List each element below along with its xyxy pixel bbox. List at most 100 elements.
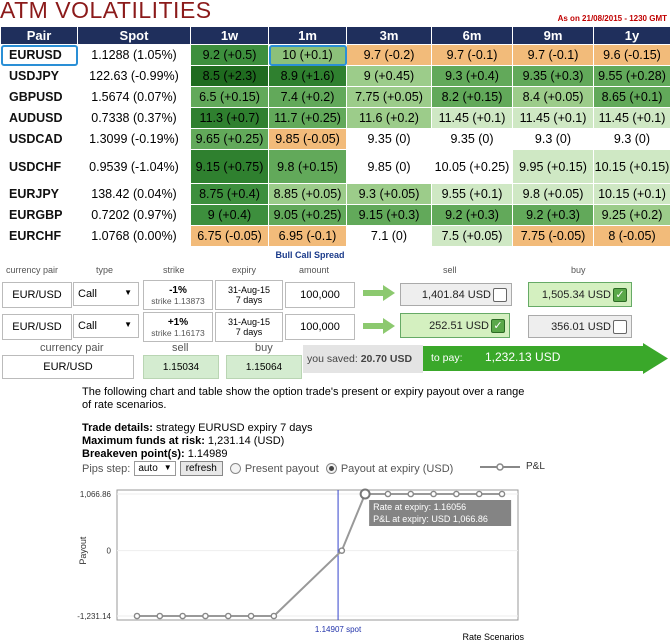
present-payout-radio[interactable]	[229, 463, 241, 474]
vol-cell[interactable]: 7.1 (0)	[346, 225, 432, 247]
vol-cell[interactable]: 6.95 (-0.1)	[268, 225, 347, 247]
leg1-strike[interactable]: -1% strike 1.13873	[143, 280, 213, 310]
vol-cell[interactable]: 9.2 (+0.3)	[512, 204, 594, 226]
check-icon[interactable]: ✓	[613, 287, 627, 302]
leg1-sell-price[interactable]: 1,401.84 USD	[400, 283, 512, 306]
vol-cell[interactable]: 9.25 (+0.2)	[593, 204, 670, 226]
table-row[interactable]: EURUSD 1.1288 (1.05%) 9.2 (+0.5) 10 (+0.1) 9…	[0, 44, 670, 66]
table-row[interactable]: AUDUSD 0.7338 (0.37%) 11.3 (+0.7) 11.7 (+0.…	[0, 107, 670, 129]
leg2-expiry[interactable]: 31-Aug-15 7 days	[215, 312, 283, 342]
vol-cell[interactable]: 9.35 (0)	[346, 128, 432, 150]
vol-cell[interactable]: 10.15 (+0.15)	[593, 149, 670, 184]
vol-cell[interactable]: 9.7 (-0.2)	[346, 44, 432, 66]
summary-pair-input[interactable]: EUR/USD	[2, 355, 134, 379]
vol-cell[interactable]: 8.5 (+2.3)	[190, 65, 269, 87]
leg1-type-select[interactable]: Call ▼	[73, 282, 139, 306]
pair-cell[interactable]: USDJPY	[0, 65, 78, 87]
payout-chart[interactable]: 1,066.86 0 -1,231.14 Payout 1.14907 spot Rate…	[0, 478, 670, 642]
vol-cell[interactable]: 9 (+0.4)	[190, 204, 269, 226]
vol-cell[interactable]: 6.5 (+0.15)	[190, 86, 269, 108]
leg1-amount-input[interactable]: 100,000	[285, 282, 355, 308]
vol-cell[interactable]: 9.35 (0)	[431, 128, 513, 150]
table-row[interactable]: USDJPY 122.63 (-0.99%) 8.5 (+2.3) 8.9 (+1.6…	[0, 65, 670, 87]
vol-cell[interactable]: 7.75 (+0.05)	[346, 86, 432, 108]
leg2-sell-price[interactable]: 252.51 USD ✓	[400, 313, 510, 338]
vol-cell[interactable]: 11.45 (+0.1)	[593, 107, 670, 129]
vol-cell[interactable]: 8.4 (+0.05)	[512, 86, 594, 108]
vol-cell[interactable]: 9.55 (+0.1)	[431, 183, 513, 205]
vol-cell[interactable]: 11.45 (+0.1)	[431, 107, 513, 129]
vol-cell[interactable]: 9.3 (+0.05)	[346, 183, 432, 205]
vol-cell[interactable]: 9.15 (+0.3)	[346, 204, 432, 226]
leg2-strike[interactable]: +1% strike 1.16173	[143, 312, 213, 342]
vol-cell[interactable]: 10.05 (+0.25)	[431, 149, 513, 184]
vol-cell[interactable]: 8.9 (+1.6)	[268, 65, 347, 87]
vol-cell[interactable]: 9.7 (-0.1)	[431, 44, 513, 66]
vol-cell[interactable]: 9.2 (+0.3)	[431, 204, 513, 226]
vol-cell[interactable]: 10.15 (+0.1)	[593, 183, 670, 205]
pair-cell[interactable]: EURGBP	[0, 204, 78, 226]
pair-cell[interactable]: EURCHF	[0, 225, 78, 247]
pair-cell[interactable]: USDCHF	[0, 149, 78, 184]
pair-cell[interactable]: USDCAD	[0, 128, 78, 150]
checkbox-icon[interactable]	[493, 287, 507, 302]
table-row[interactable]: EURCHF 1.0768 (0.00%) 6.75 (-0.05) 6.95 (-0…	[0, 225, 670, 247]
leg2-buy-price[interactable]: 356.01 USD	[528, 315, 632, 338]
vol-cell[interactable]: 6.75 (-0.05)	[190, 225, 269, 247]
vol-cell[interactable]: 9.8 (+0.15)	[268, 149, 347, 184]
vol-cell[interactable]: 9.05 (+0.25)	[268, 204, 347, 226]
vol-cell[interactable]: 8 (-0.05)	[593, 225, 670, 247]
to-pay-banner[interactable]: to pay: 1,232.13 USD	[423, 343, 668, 374]
vol-cell[interactable]: 9.7 (-0.1)	[512, 44, 594, 66]
leg1-expiry[interactable]: 31-Aug-15 7 days	[215, 280, 283, 310]
vol-cell[interactable]: 9.3 (0)	[593, 128, 670, 150]
vol-cell[interactable]: 9.55 (+0.28)	[593, 65, 670, 87]
vol-cell[interactable]: 9.35 (+0.3)	[512, 65, 594, 87]
vol-cell[interactable]: 7.5 (+0.05)	[431, 225, 513, 247]
vol-cell[interactable]: 9.85 (-0.05)	[268, 128, 347, 150]
vol-cell[interactable]: 11.7 (+0.25)	[268, 107, 347, 129]
vol-cell[interactable]: 9.65 (+0.25)	[190, 128, 269, 150]
vol-cell[interactable]: 9.95 (+0.15)	[512, 149, 594, 184]
table-row[interactable]: GBPUSD 1.5674 (0.07%) 6.5 (+0.15) 7.4 (+0.2…	[0, 86, 670, 108]
vol-cell[interactable]: 11.6 (+0.2)	[346, 107, 432, 129]
vol-cell[interactable]: 9.15 (+0.75)	[190, 149, 269, 184]
checkbox-icon[interactable]	[613, 319, 627, 334]
vol-cell[interactable]: 9.8 (+0.05)	[512, 183, 594, 205]
pair-cell[interactable]: EURUSD	[0, 44, 78, 66]
pair-cell[interactable]: GBPUSD	[0, 86, 78, 108]
vol-cell[interactable]: 8.85 (+0.05)	[268, 183, 347, 205]
refresh-button[interactable]: refresh	[179, 461, 223, 476]
leg2-type-select[interactable]: Call ▼	[73, 314, 139, 338]
chart-legend[interactable]: P&L	[480, 461, 545, 472]
table-row[interactable]: EURGBP 0.7202 (0.97%) 9 (+0.4) 9.05 (+0.25)…	[0, 204, 670, 226]
vol-cell[interactable]: 9.85 (0)	[346, 149, 432, 184]
pair-cell[interactable]: EURJPY	[0, 183, 78, 205]
vol-cell[interactable]: 9.3 (+0.4)	[431, 65, 513, 87]
table-row[interactable]: USDCAD 1.3099 (-0.19%) 9.65 (+0.25) 9.85 (-…	[0, 128, 670, 150]
leg2-amount-input[interactable]: 100,000	[285, 314, 355, 340]
vol-cell[interactable]: 9.2 (+0.5)	[190, 44, 269, 66]
vol-cell[interactable]: 9 (+0.45)	[346, 65, 432, 87]
leg1-pair-input[interactable]: EUR/USD	[2, 282, 72, 308]
table-row[interactable]: USDCHF 0.9539 (-1.04%) 9.15 (+0.75) 9.8 (+0…	[0, 149, 670, 184]
pips-step-select[interactable]: auto ▼	[134, 461, 176, 476]
leg2-pair-input[interactable]: EUR/USD	[2, 314, 72, 340]
vol-cell[interactable]: 8.75 (+0.4)	[190, 183, 269, 205]
leg1-buy-price[interactable]: 1,505.34 USD ✓	[528, 282, 632, 307]
check-icon[interactable]: ✓	[491, 318, 505, 333]
vol-cell[interactable]: 9.6 (-0.15)	[593, 44, 670, 66]
pair-cell[interactable]: AUDUSD	[0, 107, 78, 129]
expiry-payout-radio[interactable]	[325, 463, 337, 474]
vol-cell[interactable]: 9.3 (0)	[512, 128, 594, 150]
vol-cell[interactable]: 7.75 (-0.05)	[512, 225, 594, 247]
vol-cell[interactable]: 8.65 (+0.1)	[593, 86, 670, 108]
present-payout-label[interactable]: Present payout	[245, 463, 319, 475]
vol-cell[interactable]: 11.45 (+0.1)	[512, 107, 594, 129]
vol-cell[interactable]: 8.2 (+0.15)	[431, 86, 513, 108]
vol-cell[interactable]: 11.3 (+0.7)	[190, 107, 269, 129]
vol-cell[interactable]: 10 (+0.1)	[268, 44, 347, 66]
vol-cell[interactable]: 7.4 (+0.2)	[268, 86, 347, 108]
expiry-payout-label[interactable]: Payout at expiry (USD)	[341, 463, 453, 475]
table-row[interactable]: EURJPY 138.42 (0.04%) 8.75 (+0.4) 8.85 (+0.…	[0, 183, 670, 205]
